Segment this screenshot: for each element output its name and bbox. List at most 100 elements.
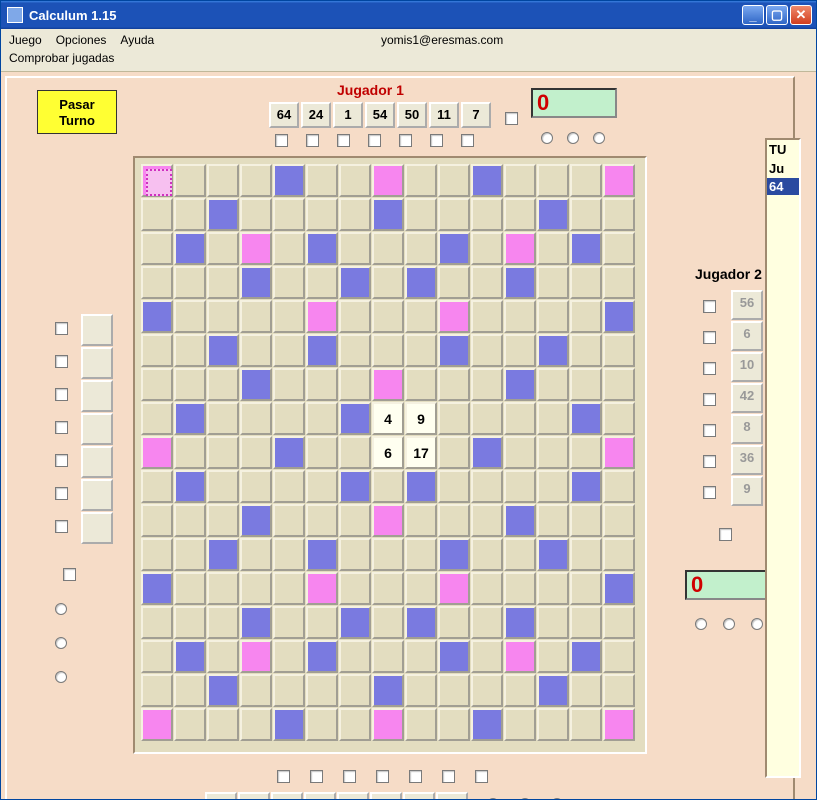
board-cell-11-3[interactable] bbox=[240, 538, 272, 571]
board-cell-15-7[interactable] bbox=[372, 674, 404, 707]
board-cell-15-12[interactable] bbox=[537, 674, 569, 707]
board-cell-4-14[interactable] bbox=[603, 300, 635, 333]
board-cell-12-3[interactable] bbox=[240, 572, 272, 605]
p2-radio-2[interactable] bbox=[723, 618, 735, 630]
board-cell-13-13[interactable] bbox=[570, 606, 602, 639]
board-cell-8-4[interactable] bbox=[273, 436, 305, 469]
left-tile-3[interactable] bbox=[81, 413, 113, 445]
bottom-tile-4[interactable] bbox=[337, 792, 369, 799]
board-cell-3-8[interactable] bbox=[405, 266, 437, 299]
p1-radio-3[interactable] bbox=[593, 132, 605, 144]
board-cell-13-7[interactable] bbox=[372, 606, 404, 639]
board-cell-14-10[interactable] bbox=[471, 640, 503, 673]
board-cell-15-9[interactable] bbox=[438, 674, 470, 707]
p1-tile-check-5[interactable] bbox=[430, 134, 443, 147]
board-cell-6-7[interactable] bbox=[372, 368, 404, 401]
board-cell-10-4[interactable] bbox=[273, 504, 305, 537]
board-cell-15-6[interactable] bbox=[339, 674, 371, 707]
board-cell-1-10[interactable] bbox=[471, 198, 503, 231]
board-cell-13-2[interactable] bbox=[207, 606, 239, 639]
board-cell-3-7[interactable] bbox=[372, 266, 404, 299]
board-cell-1-2[interactable] bbox=[207, 198, 239, 231]
p1-tile-check-0[interactable] bbox=[275, 134, 288, 147]
board-cell-5-13[interactable] bbox=[570, 334, 602, 367]
board-cell-14-3[interactable] bbox=[240, 640, 272, 673]
board-cell-1-6[interactable] bbox=[339, 198, 371, 231]
bottom-tile-check-3[interactable] bbox=[376, 770, 389, 783]
board-cell-10-9[interactable] bbox=[438, 504, 470, 537]
board-cell-3-2[interactable] bbox=[207, 266, 239, 299]
board-cell-0-12[interactable] bbox=[537, 164, 569, 197]
board-cell-10-7[interactable] bbox=[372, 504, 404, 537]
board-cell-6-12[interactable] bbox=[537, 368, 569, 401]
menu-check-moves[interactable]: Comprobar jugadas bbox=[9, 51, 114, 65]
p2-tile-check-2[interactable] bbox=[703, 362, 716, 375]
p2-tile-check-4[interactable] bbox=[703, 424, 716, 437]
p2-tile-4[interactable]: 8 bbox=[731, 414, 763, 444]
board-cell-14-9[interactable] bbox=[438, 640, 470, 673]
left-tile-check-6[interactable] bbox=[55, 520, 68, 533]
p1-tile-1[interactable]: 24 bbox=[301, 102, 331, 128]
board-cell-9-9[interactable] bbox=[438, 470, 470, 503]
board-cell-2-6[interactable] bbox=[339, 232, 371, 265]
board-cell-7-8[interactable]: 9 bbox=[405, 402, 437, 435]
menu-help[interactable]: Ayuda bbox=[120, 33, 154, 47]
board-cell-6-10[interactable] bbox=[471, 368, 503, 401]
board-cell-9-8[interactable] bbox=[405, 470, 437, 503]
p1-tile-check-4[interactable] bbox=[399, 134, 412, 147]
board-cell-0-6[interactable] bbox=[339, 164, 371, 197]
board-cell-1-8[interactable] bbox=[405, 198, 437, 231]
board-cell-16-6[interactable] bbox=[339, 708, 371, 741]
board-cell-0-8[interactable] bbox=[405, 164, 437, 197]
board-cell-13-8[interactable] bbox=[405, 606, 437, 639]
bottom-tile-0[interactable] bbox=[205, 792, 237, 799]
bottom-tile-6[interactable] bbox=[403, 792, 435, 799]
maximize-button[interactable]: ▢ bbox=[766, 5, 788, 25]
left-tile-0[interactable] bbox=[81, 314, 113, 346]
board-cell-7-3[interactable] bbox=[240, 402, 272, 435]
board-cell-0-4[interactable] bbox=[273, 164, 305, 197]
board-cell-4-0[interactable] bbox=[141, 300, 173, 333]
p2-tile-check-5[interactable] bbox=[703, 455, 716, 468]
board-cell-5-5[interactable] bbox=[306, 334, 338, 367]
board-cell-1-3[interactable] bbox=[240, 198, 272, 231]
board-cell-9-1[interactable] bbox=[174, 470, 206, 503]
board-cell-9-14[interactable] bbox=[603, 470, 635, 503]
left-radio-3[interactable] bbox=[55, 671, 67, 683]
board-cell-2-5[interactable] bbox=[306, 232, 338, 265]
board-cell-4-13[interactable] bbox=[570, 300, 602, 333]
board-cell-2-7[interactable] bbox=[372, 232, 404, 265]
p2-tile-check-3[interactable] bbox=[703, 393, 716, 406]
board-cell-2-14[interactable] bbox=[603, 232, 635, 265]
bottom-tile-7[interactable] bbox=[436, 792, 468, 799]
board-cell-12-7[interactable] bbox=[372, 572, 404, 605]
board-cell-6-5[interactable] bbox=[306, 368, 338, 401]
board-cell-7-7[interactable]: 4 bbox=[372, 402, 404, 435]
board-cell-7-2[interactable] bbox=[207, 402, 239, 435]
p1-tile-check-1[interactable] bbox=[306, 134, 319, 147]
left-extra-checkbox[interactable] bbox=[63, 568, 76, 581]
board-cell-10-13[interactable] bbox=[570, 504, 602, 537]
board-cell-2-4[interactable] bbox=[273, 232, 305, 265]
board-cell-4-8[interactable] bbox=[405, 300, 437, 333]
board-cell-16-13[interactable] bbox=[570, 708, 602, 741]
p1-tile-3[interactable]: 54 bbox=[365, 102, 395, 128]
board-cell-13-6[interactable] bbox=[339, 606, 371, 639]
board-cell-2-1[interactable] bbox=[174, 232, 206, 265]
board-cell-3-3[interactable] bbox=[240, 266, 272, 299]
board-cell-16-8[interactable] bbox=[405, 708, 437, 741]
board-cell-12-0[interactable] bbox=[141, 572, 173, 605]
p2-tile-6[interactable]: 9 bbox=[731, 476, 763, 506]
board-cell-0-0[interactable] bbox=[141, 164, 173, 197]
bottom-radio-3[interactable] bbox=[551, 798, 563, 799]
board-cell-0-10[interactable] bbox=[471, 164, 503, 197]
bottom-radio-1[interactable] bbox=[487, 798, 499, 799]
board-cell-9-11[interactable] bbox=[504, 470, 536, 503]
board-cell-2-9[interactable] bbox=[438, 232, 470, 265]
board-cell-8-12[interactable] bbox=[537, 436, 569, 469]
board-cell-4-9[interactable] bbox=[438, 300, 470, 333]
board-cell-3-6[interactable] bbox=[339, 266, 371, 299]
board-cell-0-3[interactable] bbox=[240, 164, 272, 197]
board-cell-1-11[interactable] bbox=[504, 198, 536, 231]
board-cell-2-10[interactable] bbox=[471, 232, 503, 265]
